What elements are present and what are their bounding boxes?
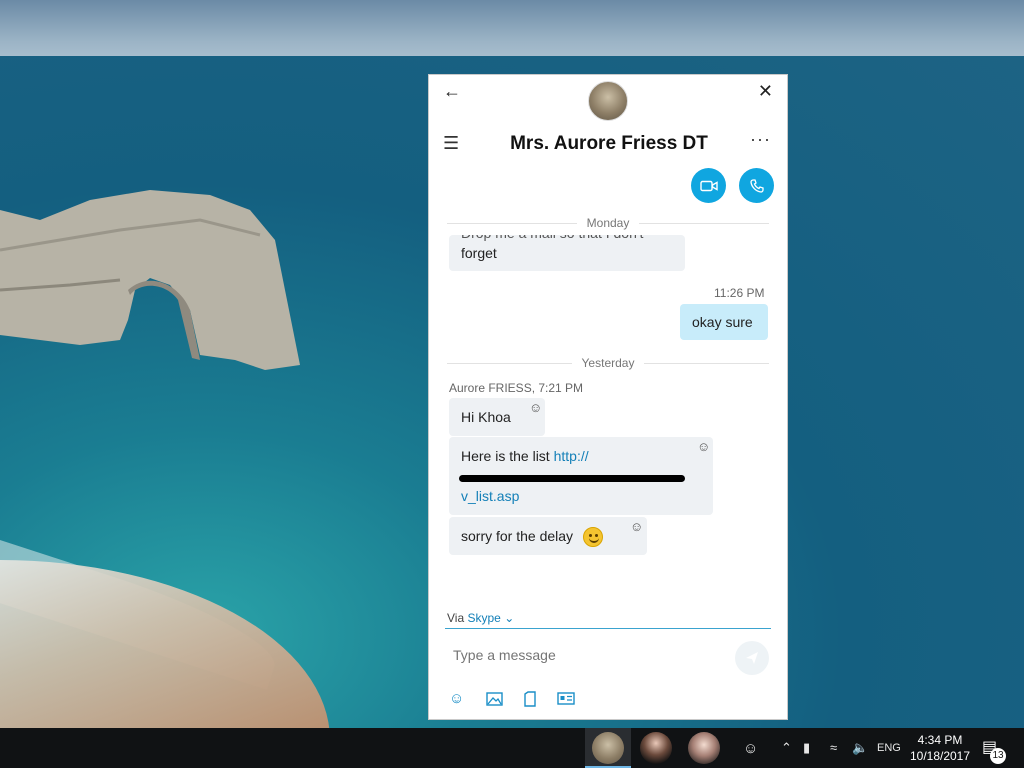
via-label: Via — [447, 611, 465, 625]
message-input[interactable] — [453, 647, 723, 663]
message-link-end[interactable]: v_list.asp — [461, 488, 519, 504]
redaction-scribble — [459, 475, 685, 482]
message-text: forget — [461, 245, 497, 261]
message-bubble-received[interactable]: Drop me a mail so that I don't forget — [449, 235, 685, 271]
message-text: okay sure — [692, 314, 753, 330]
wallpaper-sky — [0, 0, 1024, 60]
message-text: Here is the list — [461, 448, 554, 464]
skype-chat-window: ← ✕ ☰ Mrs. Aurore Friess DT ··· Monday D… — [428, 74, 788, 720]
file-icon[interactable] — [524, 691, 536, 707]
image-icon[interactable] — [486, 692, 503, 706]
wallpaper-rock-arch — [0, 190, 300, 370]
message-text-partial: Drop me a mail so that I don't — [461, 235, 643, 243]
clock-date: 10/18/2017 — [909, 749, 971, 763]
send-icon — [746, 652, 758, 664]
more-options-icon[interactable]: ··· — [750, 129, 771, 150]
message-bubble-received[interactable]: Here is the list http:// v_list.asp — [449, 437, 713, 515]
people-icon[interactable]: ☺ — [743, 740, 758, 757]
notification-count-badge: 13 — [990, 748, 1006, 764]
taskbar-app-contact-1[interactable] — [640, 732, 672, 764]
emoji-reaction-icon[interactable]: ☺ — [630, 519, 643, 534]
volume-icon[interactable]: 🔈 — [852, 740, 868, 756]
audio-call-button[interactable] — [739, 168, 774, 203]
contact-card-icon[interactable] — [557, 692, 575, 705]
message-link[interactable]: http:// — [554, 448, 589, 464]
message-bubble-sent[interactable]: okay sure — [680, 304, 768, 340]
send-button[interactable] — [735, 641, 769, 675]
message-group-header: Aurore FRIESS, 7:21 PM — [449, 381, 584, 395]
emoji-icon[interactable]: ☺ — [449, 690, 464, 707]
day-label: Yesterday — [581, 356, 635, 370]
back-arrow-icon[interactable]: ← — [443, 81, 461, 102]
emoji-reaction-icon[interactable]: ☺ — [529, 400, 542, 415]
message-text: sorry for the delay — [461, 528, 574, 544]
window-topbar: ← ✕ — [429, 75, 787, 125]
battery-icon[interactable]: ▮ — [803, 740, 810, 756]
message-text: Hi Khoa — [461, 409, 511, 425]
wifi-icon[interactable]: ≈ — [830, 740, 837, 755]
send-via-selector[interactable]: Via Skype ⌄ — [447, 611, 514, 625]
audio-call-icon — [749, 178, 764, 193]
chevron-up-icon[interactable]: ⌃ — [781, 740, 792, 756]
contact-avatar[interactable] — [588, 81, 628, 121]
windows-taskbar: ☺ ⌃ ▮ ≈ 🔈 ENG 4:34 PM 10/18/2017 ▤ 13 — [0, 728, 1024, 768]
language-indicator[interactable]: ENG — [877, 742, 901, 754]
day-label: Monday — [586, 216, 630, 230]
via-service[interactable]: Skype — [467, 611, 500, 625]
conversation-title[interactable]: Mrs. Aurore Friess DT — [469, 133, 749, 155]
message-timestamp: 11:26 PM — [714, 286, 765, 300]
taskbar-app-contact-2[interactable] — [688, 732, 720, 764]
video-call-button[interactable] — [691, 168, 726, 203]
smiley-emoji-icon — [582, 527, 603, 548]
hamburger-menu-icon[interactable]: ☰ — [443, 133, 459, 154]
composer-divider — [445, 628, 771, 629]
emoji-reaction-icon[interactable]: ☺ — [697, 439, 710, 454]
clock[interactable]: 4:34 PM 10/18/2017 — [902, 732, 978, 764]
day-divider-monday: Monday — [447, 216, 770, 230]
close-icon[interactable]: ✕ — [758, 81, 773, 102]
day-divider-yesterday: Yesterday — [447, 356, 769, 370]
clock-time: 4:34 PM — [917, 733, 963, 747]
video-call-icon — [699, 180, 718, 191]
taskbar-app-skype-chat[interactable] — [592, 732, 624, 764]
message-bubble-received[interactable]: sorry for the delay — [449, 517, 647, 555]
chevron-down-icon[interactable]: ⌄ — [504, 611, 514, 625]
